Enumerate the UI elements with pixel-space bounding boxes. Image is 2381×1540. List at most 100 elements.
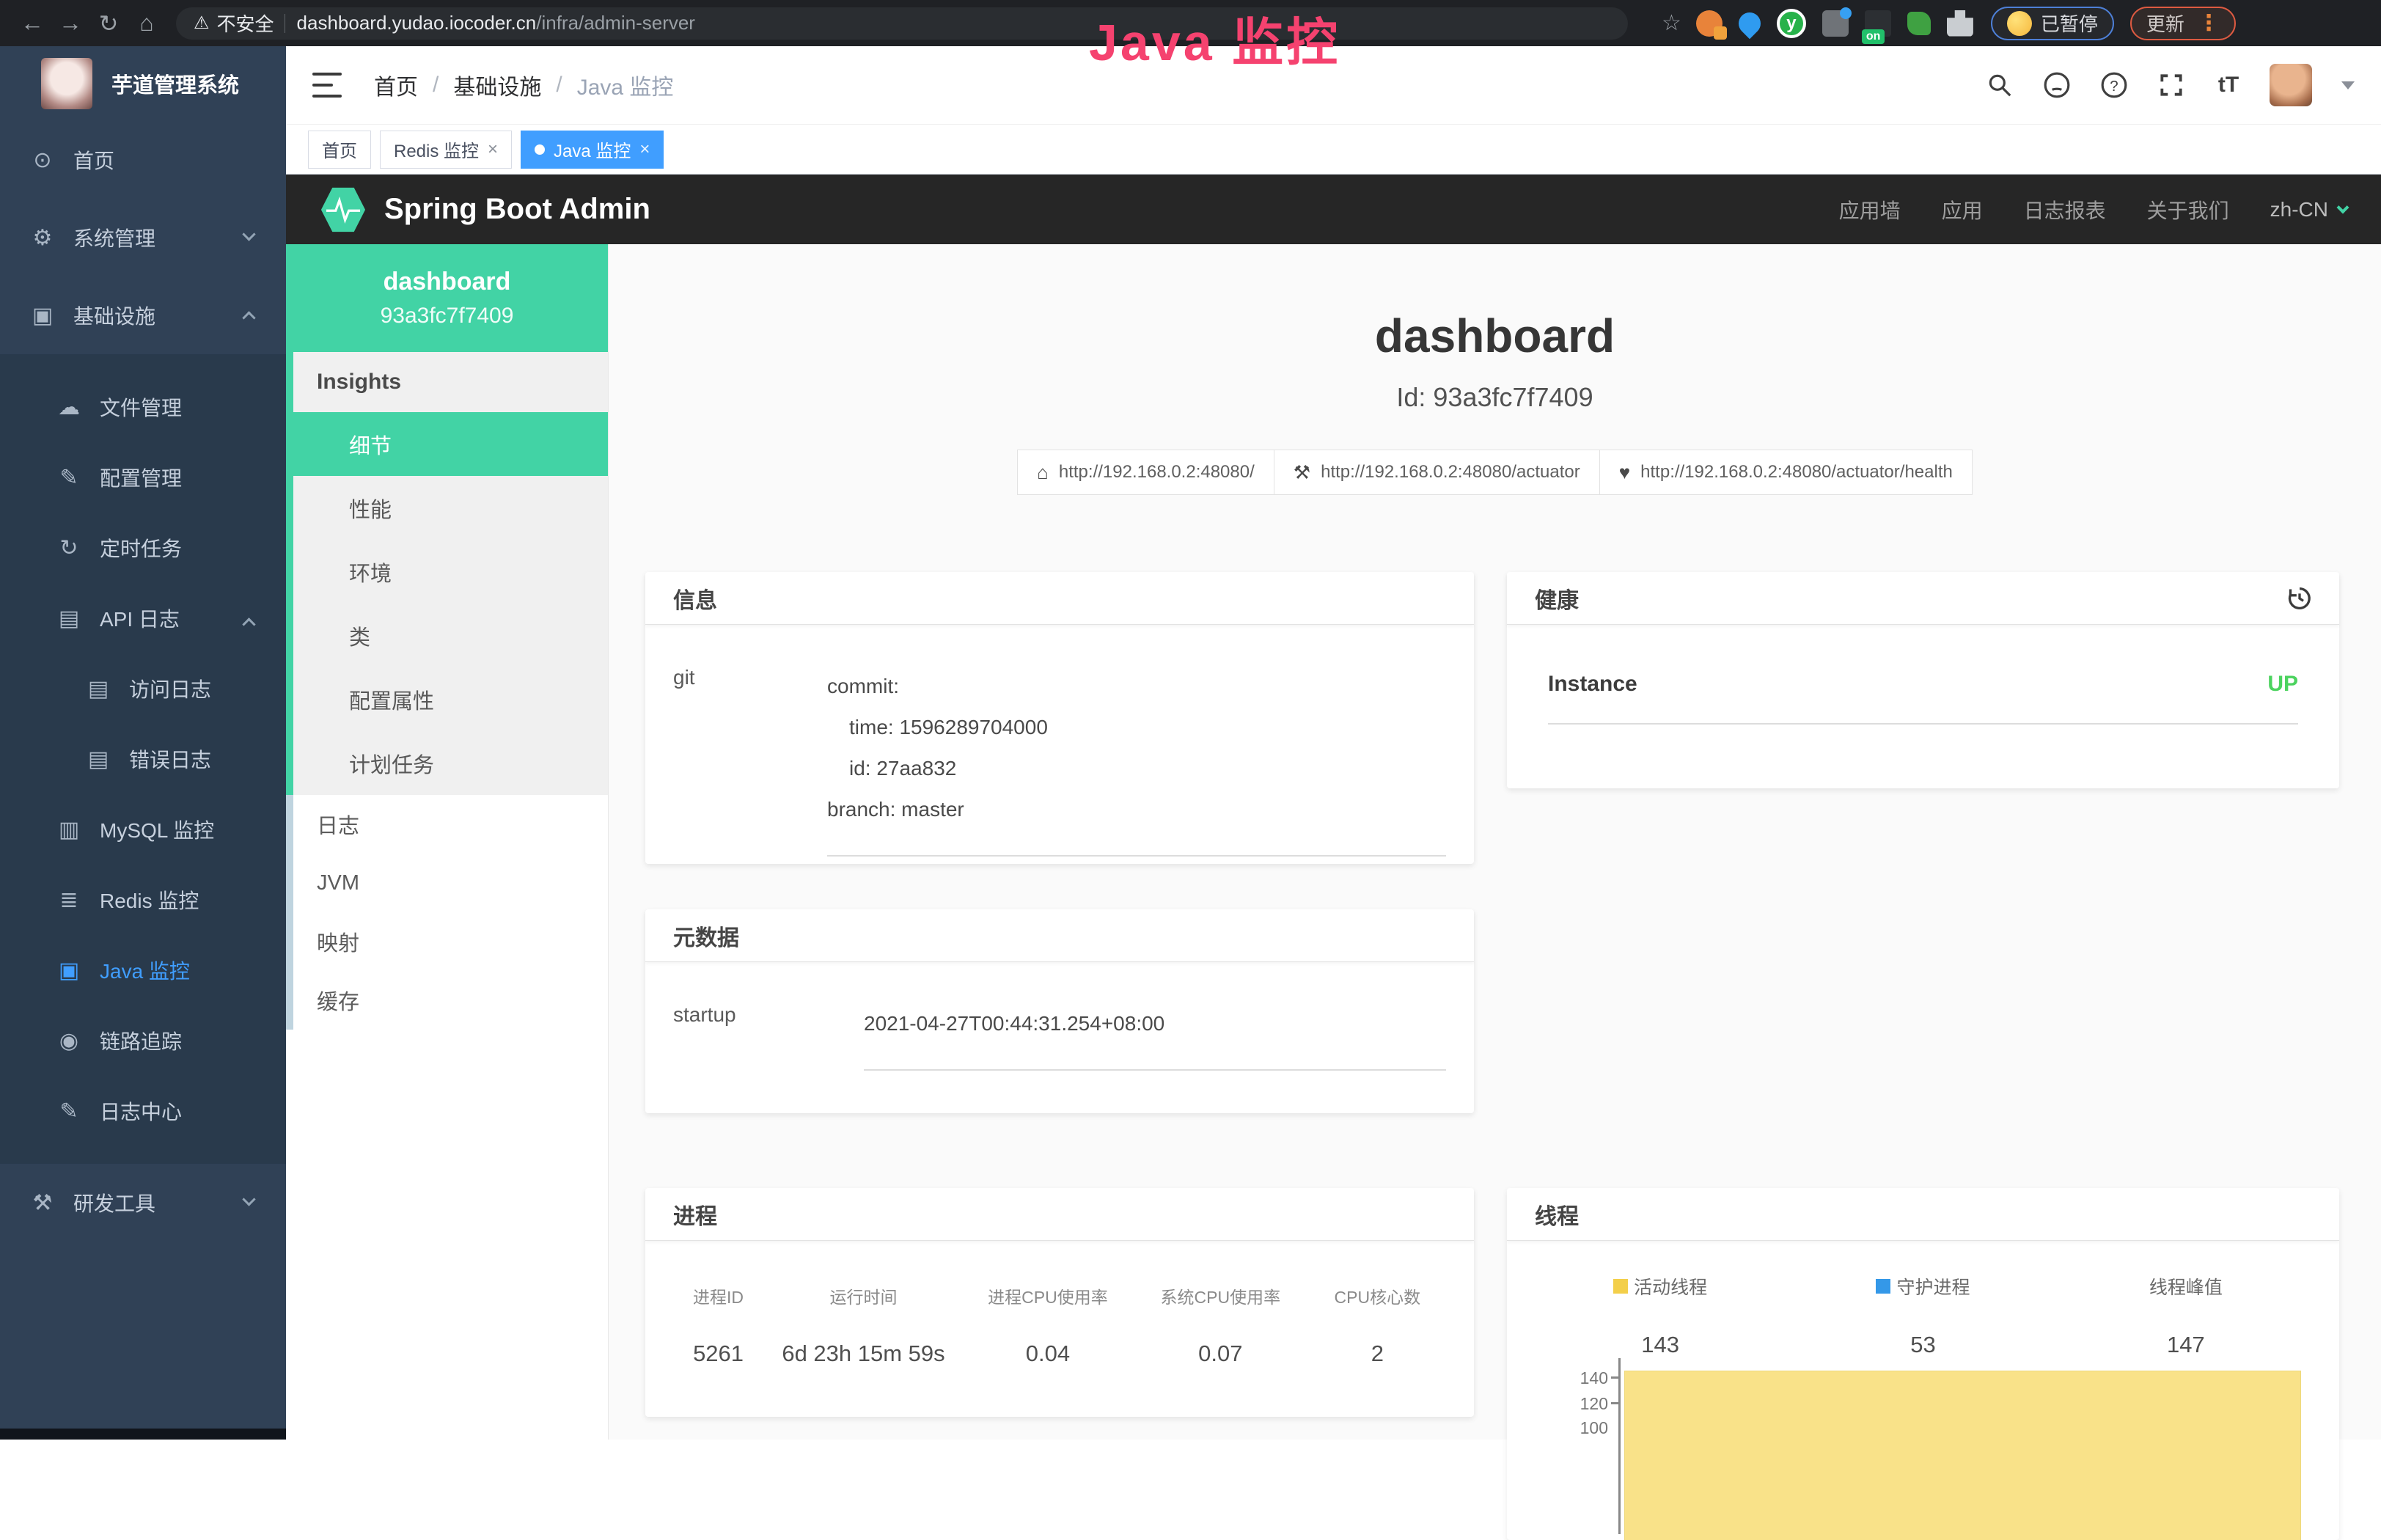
sba-item-environment[interactable]: 环境	[293, 540, 608, 604]
extension-pin-icon[interactable]	[1734, 7, 1765, 38]
close-icon[interactable]: ×	[639, 139, 650, 160]
search-icon[interactable]	[1984, 69, 2016, 101]
extension-grid-icon[interactable]	[1822, 10, 1849, 37]
sba-nav-wallboard[interactable]: 应用墙	[1839, 195, 1901, 224]
breadcrumb-separator: /	[433, 73, 439, 98]
sidebar-item-api-log[interactable]: ▤ API 日志	[0, 583, 286, 653]
sba-item-scheduled-tasks[interactable]: 计划任务	[293, 731, 608, 795]
app-title: 芋道管理系统	[111, 68, 239, 99]
page-subtitle: Id: 93a3fc7f7409	[609, 382, 2381, 413]
sidebar-item-mysql[interactable]: ▥ MySQL 监控	[0, 794, 286, 865]
sidebar-item-error-log[interactable]: ▤ 错误日志	[0, 724, 286, 794]
sidebar-item-label: Redis 监控	[100, 885, 199, 914]
sidebar-item-infra[interactable]: ▣ 基础设施	[0, 276, 286, 354]
sidebar-item-java-monitor[interactable]: ▣ Java 监控	[0, 935, 286, 1005]
avatar-caret-icon[interactable]	[2341, 81, 2355, 89]
sidebar-item-trace[interactable]: ◉ 链路追踪	[0, 1005, 286, 1076]
process-col-proc-cpu: 进程CPU使用率	[958, 1283, 1138, 1308]
sidebar-item-label: 错误日志	[129, 744, 211, 774]
app-logo-row[interactable]: 芋道管理系统	[0, 46, 286, 121]
sidebar-item-label: 文件管理	[100, 392, 182, 422]
paused-label: 已暂停	[2041, 10, 2098, 37]
sba-nav-journal[interactable]: 日志报表	[2024, 195, 2106, 224]
sidebar-item-log-center[interactable]: ✎ 日志中心	[0, 1076, 286, 1146]
tag-home[interactable]: 首页	[308, 131, 371, 169]
sba-lower-items: 日志 JVM 映射 缓存	[286, 795, 608, 1030]
sba-item-classes[interactable]: 类	[293, 604, 608, 667]
github-icon[interactable]	[2041, 69, 2073, 101]
log-icon: ▤	[54, 606, 84, 631]
forward-icon[interactable]: →	[51, 4, 89, 43]
spring-boot-admin-logo-icon[interactable]	[320, 184, 367, 235]
process-table: 进程ID 运行时间 进程CPU使用率 系统CPU使用率 CPU核心数 5261 …	[645, 1241, 1474, 1367]
sba-language-select[interactable]: zh-CN	[2270, 198, 2347, 221]
process-col-uptime: 运行时间	[769, 1283, 958, 1308]
extension-leaf-icon[interactable]	[1907, 12, 1931, 35]
fullscreen-icon[interactable]	[2155, 69, 2187, 101]
info-git-row: git commit: time: 1596289704000 id: 27aa…	[645, 625, 1474, 857]
chevron-up-icon	[242, 617, 255, 631]
sba-brand-title[interactable]: Spring Boot Admin	[384, 193, 650, 226]
close-icon[interactable]: ×	[488, 139, 498, 160]
sidebar-item-redis[interactable]: ≣ Redis 监控	[0, 865, 286, 935]
sidebar-item-home[interactable]: ⊙ 首页	[0, 121, 286, 199]
peak-threads-value: 147	[2055, 1332, 2317, 1358]
sba-item-metrics[interactable]: 性能	[293, 476, 608, 540]
sidebar-item-file[interactable]: ☁ 文件管理	[0, 372, 286, 442]
reload-icon[interactable]: ↻	[89, 4, 128, 43]
sidebar-item-devtools[interactable]: ⚒ 研发工具	[0, 1164, 286, 1242]
y-tick-120: 120	[1551, 1394, 1608, 1414]
breadcrumb-home[interactable]: 首页	[374, 69, 418, 101]
page-title: dashboard	[609, 309, 2381, 363]
help-icon[interactable]: ?	[2098, 69, 2130, 101]
info-card: 信息 git commit: time: 1596289704000 id: 2…	[645, 572, 1474, 864]
sba-item-mappings[interactable]: 映射	[293, 912, 608, 971]
home-icon[interactable]: ⌂	[128, 4, 166, 43]
profile-paused-badge[interactable]: 已暂停	[1991, 7, 2114, 40]
sba-item-config-props[interactable]: 配置属性	[293, 667, 608, 731]
extensions-puzzle-icon[interactable]	[1947, 10, 1973, 37]
insecure-warning-icon: ⚠	[194, 12, 210, 34]
git-time-line: time: 1596289704000	[827, 707, 1446, 748]
sba-nav-about[interactable]: 关于我们	[2147, 195, 2229, 224]
chevron-down-icon	[242, 227, 255, 241]
extension-y-icon[interactable]: y	[1777, 9, 1806, 38]
sidebar-item-system[interactable]: ⚙ 系统管理	[0, 199, 286, 276]
legend-label: 守护进程	[1896, 1273, 1970, 1299]
sba-item-details[interactable]: 细节	[286, 412, 608, 476]
legend-daemon-threads: 守护进程	[1791, 1273, 2054, 1299]
chrome-menu-icon[interactable]: ⋮	[2198, 10, 2220, 36]
breadcrumb-current: Java 监控	[577, 69, 674, 101]
sidebar-item-job[interactable]: ↻ 定时任务	[0, 513, 286, 583]
font-size-icon[interactable]: tT	[2212, 69, 2245, 101]
process-card: 进程 进程ID 运行时间 进程CPU使用率 系统CPU使用率 CPU核心数 52…	[645, 1188, 1474, 1417]
sidebar-item-label: 系统管理	[73, 223, 155, 252]
back-icon[interactable]: ←	[13, 4, 51, 43]
sba-item-jvm[interactable]: JVM	[293, 854, 608, 912]
log-icon: ▤	[84, 747, 113, 772]
address-bar[interactable]: ⚠ 不安全 dashboard.yudao.iocoder.cn /infra/…	[176, 7, 1628, 40]
bookmark-star-icon[interactable]: ☆	[1662, 10, 1681, 36]
sba-item-logs[interactable]: 日志	[293, 795, 608, 854]
sba-header: Spring Boot Admin 应用墙 应用 日志报表 关于我们 zh-CN	[286, 175, 2381, 244]
sidebar-item-access-log[interactable]: ▤ 访问日志	[0, 653, 286, 724]
extension-switch-icon[interactable]: on	[1865, 10, 1891, 37]
service-url-link[interactable]: ⌂ http://192.168.0.2:48080/	[1017, 450, 1274, 495]
tags-view-bar: 首页 Redis 监控 × Java 监控 ×	[286, 125, 2381, 175]
sba-nav-applications[interactable]: 应用	[1942, 195, 1983, 224]
breadcrumb-infra[interactable]: 基础设施	[453, 69, 541, 101]
process-col-cores: CPU核心数	[1303, 1283, 1452, 1308]
sba-item-caches[interactable]: 缓存	[293, 971, 608, 1030]
chrome-update-button[interactable]: 更新 ⋮	[2130, 7, 2236, 40]
tag-redis-monitor[interactable]: Redis 监控 ×	[380, 131, 512, 169]
user-avatar[interactable]	[2270, 64, 2312, 106]
health-url-link[interactable]: ♥ http://192.168.0.2:48080/actuator/heal…	[1600, 450, 1973, 495]
extension-colorzilla-icon[interactable]	[1696, 10, 1723, 37]
history-icon[interactable]	[2285, 584, 2314, 613]
sidebar-item-config[interactable]: ✎ 配置管理	[0, 442, 286, 513]
url-host: dashboard.yudao.iocoder.cn	[297, 12, 537, 34]
sidebar-toggle-icon[interactable]	[312, 73, 342, 98]
actuator-url-link[interactable]: ⚒ http://192.168.0.2:48080/actuator	[1274, 450, 1600, 495]
sba-app-header[interactable]: dashboard 93a3fc7f7409	[286, 244, 608, 352]
tag-java-monitor[interactable]: Java 监控 ×	[521, 131, 664, 169]
